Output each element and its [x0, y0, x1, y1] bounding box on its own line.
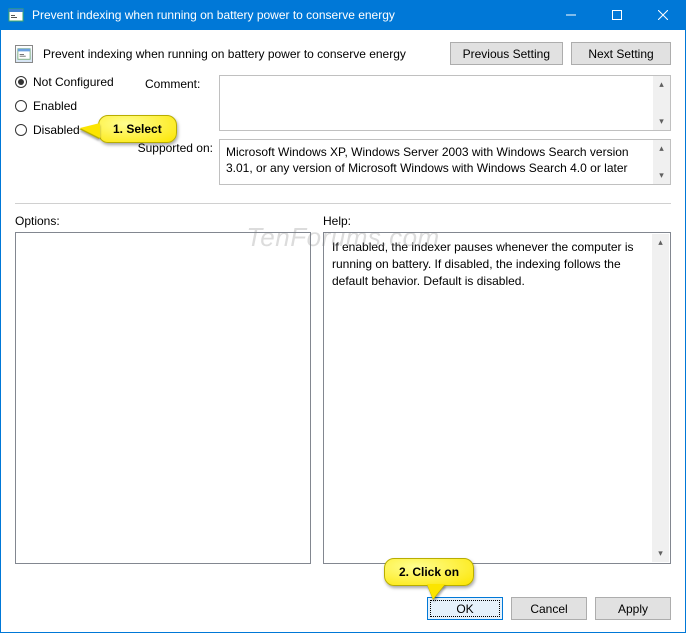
- options-label: Options:: [15, 214, 323, 228]
- radio-not-configured[interactable]: Not Configured: [15, 75, 145, 89]
- supported-on-text: Microsoft Windows XP, Windows Server 200…: [219, 139, 671, 185]
- radio-label: Disabled: [33, 123, 80, 137]
- radio-label: Enabled: [33, 99, 77, 113]
- titlebar: Prevent indexing when running on battery…: [0, 0, 686, 30]
- comment-input[interactable]: [219, 75, 671, 131]
- app-icon: [8, 7, 24, 23]
- scrollbar[interactable]: ▴ ▾: [653, 140, 670, 184]
- policy-icon: [15, 45, 33, 63]
- scroll-up-icon[interactable]: ▴: [653, 140, 670, 157]
- apply-button[interactable]: Apply: [595, 597, 671, 620]
- callout-text: 2. Click on: [399, 565, 459, 579]
- annotation-callout-1: 1. Select: [98, 115, 177, 143]
- previous-setting-button[interactable]: Previous Setting: [450, 42, 563, 65]
- scroll-up-icon[interactable]: ▴: [653, 76, 670, 93]
- minimize-button[interactable]: [548, 0, 594, 30]
- options-panel: [15, 232, 311, 564]
- supported-label: Supported on:: [123, 139, 213, 185]
- window-title: Prevent indexing when running on battery…: [32, 8, 548, 22]
- radio-dot-icon: [15, 76, 27, 88]
- scrollbar[interactable]: ▴ ▾: [653, 76, 670, 130]
- help-panel: If enabled, the indexer pauses whenever …: [323, 232, 671, 564]
- radio-label: Not Configured: [33, 75, 114, 89]
- radio-dot-icon: [15, 124, 27, 136]
- policy-title: Prevent indexing when running on battery…: [43, 47, 442, 61]
- scroll-down-icon[interactable]: ▾: [653, 167, 670, 184]
- radio-enabled[interactable]: Enabled: [15, 99, 145, 113]
- next-setting-button[interactable]: Next Setting: [571, 42, 671, 65]
- annotation-callout-2: 2. Click on: [384, 558, 474, 586]
- scrollbar[interactable]: ▴ ▾: [652, 234, 669, 562]
- scroll-down-icon[interactable]: ▾: [653, 113, 670, 130]
- scroll-up-icon[interactable]: ▴: [652, 234, 669, 251]
- divider: [15, 203, 671, 204]
- help-text: If enabled, the indexer pauses whenever …: [332, 240, 634, 288]
- ok-button[interactable]: OK: [427, 597, 503, 620]
- close-button[interactable]: [640, 0, 686, 30]
- scroll-down-icon[interactable]: ▾: [652, 545, 669, 562]
- callout-text: 1. Select: [113, 122, 162, 136]
- radio-dot-icon: [15, 100, 27, 112]
- maximize-button[interactable]: [594, 0, 640, 30]
- cancel-button[interactable]: Cancel: [511, 597, 587, 620]
- help-label: Help:: [323, 214, 351, 228]
